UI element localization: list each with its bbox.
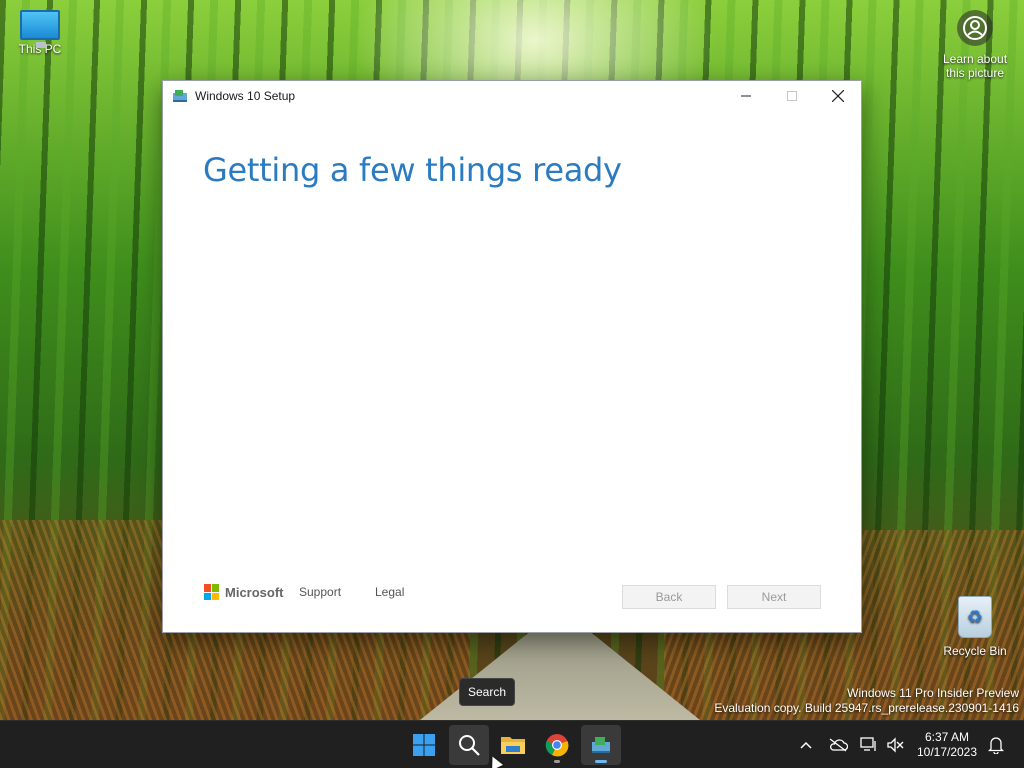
maximize-button[interactable] [769, 81, 815, 111]
window-title: Windows 10 Setup [195, 89, 296, 103]
support-link[interactable]: Support [299, 585, 341, 599]
taskbar: 6:37 AM 10/17/2023 [0, 720, 1024, 768]
desktop-icon-this-pc[interactable]: This PC [12, 10, 68, 56]
setup-heading: Getting a few things ready [203, 151, 622, 189]
start-icon [413, 734, 435, 756]
windows-setup-window: Windows 10 Setup Getting a few things re… [162, 80, 862, 633]
chrome-icon [545, 734, 569, 757]
cloud-offline-icon [829, 738, 848, 752]
clock[interactable]: 6:37 AM 10/17/2023 [912, 721, 982, 768]
back-button[interactable]: Back [622, 585, 716, 609]
clock-date: 10/17/2023 [916, 745, 978, 759]
desktop-icon-learn-about-picture[interactable]: Learn about this picture [935, 10, 1015, 80]
recycle-bin-icon: ♻ [958, 596, 992, 638]
minimize-button[interactable] [723, 81, 769, 111]
volume-button[interactable] [884, 721, 906, 768]
setup-active-indicator [595, 760, 607, 763]
monitor-icon [20, 10, 60, 48]
show-hidden-icons-button[interactable] [796, 721, 816, 768]
search-icon [459, 735, 480, 756]
legal-link[interactable]: Legal [375, 585, 404, 599]
bell-icon [988, 737, 1004, 754]
chevron-up-icon [800, 741, 812, 749]
clock-time: 6:37 AM [924, 730, 970, 744]
chrome-button[interactable] [537, 725, 577, 765]
volume-muted-icon [887, 737, 904, 753]
windows-setup-icon [592, 737, 610, 753]
microsoft-brand-text: Microsoft [225, 584, 284, 600]
close-button[interactable] [815, 81, 861, 111]
setup-footer: Microsoft Support Legal Back Next [163, 581, 861, 611]
next-button[interactable]: Next [727, 585, 821, 609]
chrome-running-indicator [554, 760, 560, 763]
start-button[interactable] [404, 725, 444, 765]
title-bar[interactable]: Windows 10 Setup [163, 81, 861, 111]
desktop-icon-recycle-bin[interactable]: ♻ Recycle Bin [940, 596, 1010, 658]
onedrive-status-button[interactable] [826, 721, 850, 768]
network-icon [860, 737, 876, 751]
setup-app-icon [172, 89, 188, 103]
microsoft-logo: Microsoft [204, 584, 284, 600]
learn-label: Learn about this picture [942, 52, 1008, 80]
recycle-bin-label: Recycle Bin [943, 644, 1007, 658]
windows-setup-taskbar-button[interactable] [581, 725, 621, 765]
file-explorer-icon [501, 737, 525, 754]
watermark-line-1: Windows 11 Pro Insider Preview [847, 686, 1019, 700]
watermark-line-2: Evaluation copy. Build 25947.rs_prerelea… [714, 701, 1019, 715]
camera-info-icon [957, 10, 993, 46]
network-status-button[interactable] [858, 721, 880, 768]
notifications-button[interactable] [984, 721, 1008, 768]
microsoft-logo-icon [204, 584, 220, 600]
search-button[interactable] [449, 725, 489, 765]
search-tooltip: Search [459, 678, 515, 706]
build-watermark: Windows 11 Pro Insider Preview Evaluatio… [714, 686, 1019, 716]
